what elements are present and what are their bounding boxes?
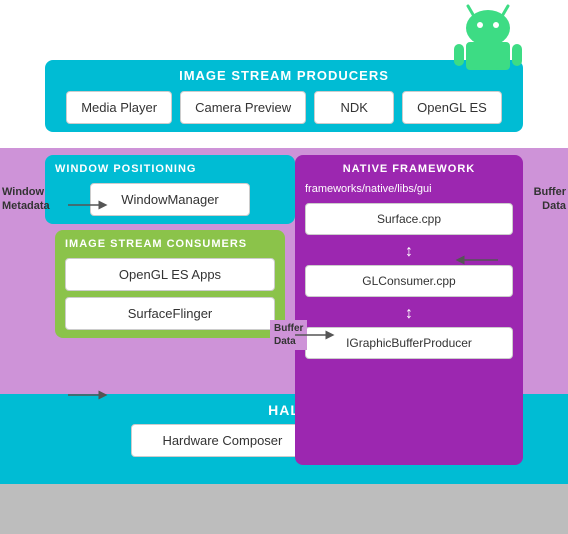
- opengl-es-box: OpenGL ES: [402, 91, 502, 124]
- image-stream-producers-title: IMAGE STREAM PRODUCERS: [57, 68, 511, 83]
- window-positioning-section: WINDOW POSITIONING WindowManager: [45, 155, 295, 224]
- ndk-box: NDK: [314, 91, 394, 124]
- image-stream-consumers-title: IMAGE STREAM CONSUMERS: [65, 238, 275, 250]
- android-robot: [448, 0, 528, 70]
- hardware-composer-box: Hardware Composer: [131, 424, 313, 457]
- arrow-down-2: ↕: [305, 305, 513, 323]
- image-stream-consumers-section: IMAGE STREAM CONSUMERS OpenGL ES Apps Su…: [55, 230, 285, 338]
- glconsumer-cpp-box: GLConsumer.cpp: [305, 265, 513, 297]
- igraphicbufferproducer-box: IGraphicBufferProducer: [305, 327, 513, 359]
- arrow-down-1: ↕: [305, 243, 513, 261]
- native-framework-path: frameworks/native/libs/gui: [305, 183, 513, 195]
- buffer-data-right-label: BufferData: [524, 185, 566, 214]
- native-framework-section: NATIVE FRAMEWORK frameworks/native/libs/…: [295, 155, 523, 465]
- producer-boxes: Media Player Camera Preview NDK OpenGL E…: [57, 91, 511, 124]
- buffer-data-middle-label: BufferData: [270, 320, 307, 350]
- main-diagram: IMAGE STREAM PRODUCERS Media Player Came…: [0, 0, 568, 534]
- surfaceflinger-box: SurfaceFlinger: [65, 297, 275, 330]
- window-manager-box: WindowManager: [90, 183, 250, 216]
- native-framework-title: NATIVE FRAMEWORK: [305, 163, 513, 175]
- window-positioning-title: WINDOW POSITIONING: [55, 163, 285, 175]
- image-stream-producers-section: IMAGE STREAM PRODUCERS Media Player Came…: [45, 60, 523, 132]
- opengl-es-apps-box: OpenGL ES Apps: [65, 258, 275, 291]
- window-metadata-label: WindowMetadata: [2, 185, 44, 214]
- media-player-box: Media Player: [66, 91, 172, 124]
- bottom-bar: [0, 484, 568, 534]
- camera-preview-box: Camera Preview: [180, 91, 306, 124]
- surface-cpp-box: Surface.cpp: [305, 203, 513, 235]
